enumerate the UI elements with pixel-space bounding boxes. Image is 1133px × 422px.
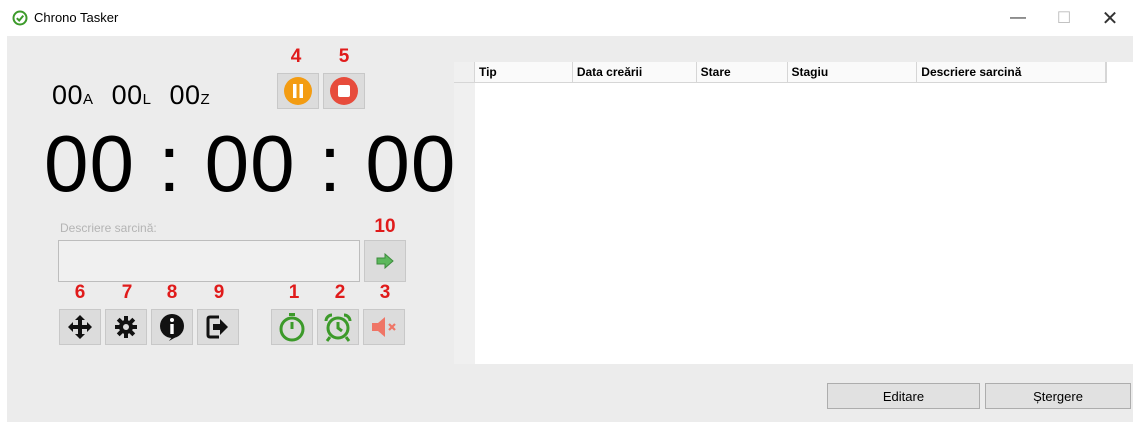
- pause-icon: [284, 77, 312, 105]
- alarm-clock-icon: [324, 313, 352, 342]
- stop-button[interactable]: [323, 73, 365, 109]
- column-header-data[interactable]: Data creării: [573, 62, 697, 82]
- minimize-button[interactable]: —: [995, 0, 1041, 36]
- stopwatch-icon: [279, 313, 305, 342]
- counter-unit: A: [83, 91, 94, 108]
- annotation-3: 3: [379, 282, 391, 303]
- mute-button[interactable]: [363, 309, 405, 345]
- row-header-column: [454, 62, 475, 364]
- counter-value: 00: [52, 80, 84, 110]
- app-logo-icon: [12, 10, 28, 26]
- description-label: Descriere sarcină:: [60, 221, 157, 235]
- close-button[interactable]: ✕: [1087, 0, 1133, 36]
- exit-icon: [206, 315, 228, 339]
- annotation-10: 10: [374, 216, 396, 237]
- arrow-right-icon: [376, 253, 394, 269]
- annotation-7: 7: [121, 282, 133, 303]
- move-button[interactable]: [59, 309, 101, 345]
- edit-button[interactable]: Editare: [827, 383, 980, 409]
- alarm-button[interactable]: [317, 309, 359, 345]
- info-button[interactable]: [151, 309, 193, 345]
- stopwatch-button[interactable]: [271, 309, 313, 345]
- counter-value: 00: [169, 80, 201, 110]
- move-icon: [68, 315, 92, 339]
- counter-unit: Z: [200, 91, 211, 108]
- annotation-5: 5: [338, 46, 350, 67]
- speaker-muted-icon: [372, 317, 396, 337]
- window-title: Chrono Tasker: [34, 10, 119, 25]
- title-bar: Chrono Tasker — ☐ ✕: [0, 0, 1133, 36]
- annotation-9: 9: [213, 282, 225, 303]
- annotation-6: 6: [74, 282, 86, 303]
- timer-display: 00 : 00 : 00: [44, 119, 457, 208]
- gear-icon: [115, 316, 137, 338]
- stop-icon: [330, 77, 358, 105]
- settings-button[interactable]: [105, 309, 147, 345]
- column-header-tip[interactable]: Tip: [475, 62, 573, 82]
- column-header-descriere[interactable]: Descriere sarcină: [917, 62, 1106, 82]
- exit-button[interactable]: [197, 309, 239, 345]
- annotation-2: 2: [334, 282, 346, 303]
- pause-button[interactable]: [277, 73, 319, 109]
- column-header-stagiu[interactable]: Stagiu: [788, 62, 918, 82]
- info-icon: [160, 314, 184, 341]
- delete-button[interactable]: Ștergere: [985, 383, 1131, 409]
- annotation-1: 1: [288, 282, 300, 303]
- maximize-button[interactable]: ☐: [1041, 0, 1087, 36]
- annotation-4: 4: [290, 46, 302, 67]
- counter-value: 00: [111, 80, 143, 110]
- counter-unit: L: [142, 91, 152, 108]
- submit-task-button[interactable]: [364, 240, 406, 282]
- table-header: Tip Data creării Stare Stagiu Descriere …: [454, 62, 1107, 83]
- annotation-8: 8: [166, 282, 178, 303]
- task-table[interactable]: Tip Data creării Stare Stagiu Descriere …: [454, 62, 1133, 364]
- description-input[interactable]: [58, 240, 360, 282]
- header-corner: [454, 62, 475, 82]
- counters: 00A 00L 00Z: [52, 80, 220, 111]
- column-header-stare[interactable]: Stare: [697, 62, 788, 82]
